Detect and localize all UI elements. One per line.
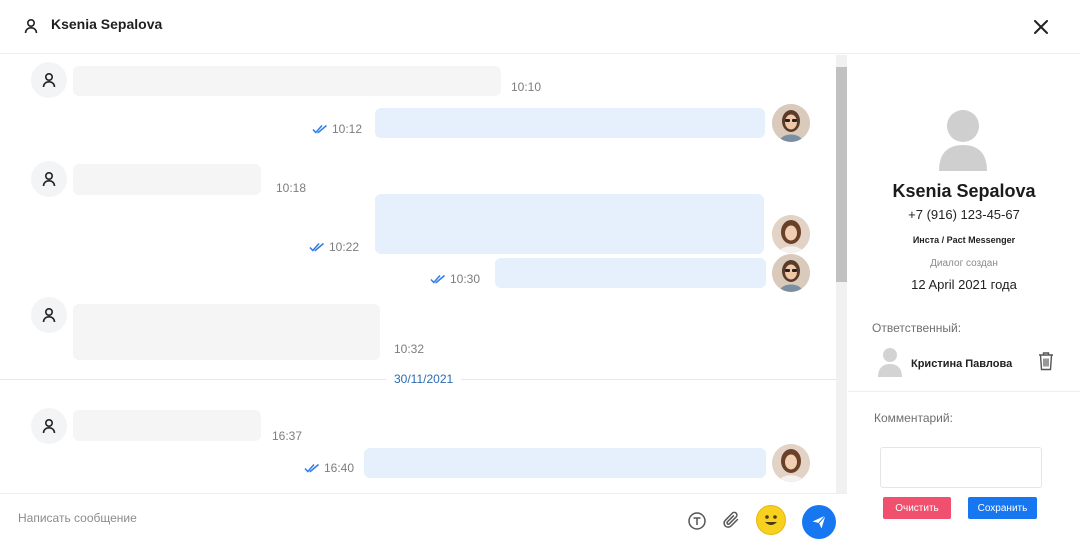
contact-avatar-placeholder: [937, 109, 989, 171]
message-time-status: 16:40: [304, 461, 354, 475]
double-check-icon: [309, 242, 324, 252]
incoming-message-bubble[interactable]: [73, 164, 261, 195]
message-time: 10:18: [276, 181, 307, 195]
message-time: 10:32: [394, 342, 425, 356]
template-icon[interactable]: [686, 510, 708, 532]
close-icon[interactable]: [1030, 16, 1052, 38]
message-time: 10:30: [450, 272, 481, 286]
message-time-status: 10:30: [430, 272, 480, 286]
double-check-icon: [312, 124, 327, 134]
dialog-created-date: 12 April 2021 года: [911, 277, 1017, 292]
sidebar-divider: [848, 391, 1080, 392]
double-check-icon: [430, 274, 445, 284]
paperclip-icon[interactable]: [719, 507, 745, 533]
message-time-status: 10:12: [312, 122, 362, 136]
incoming-message-bubble[interactable]: [73, 410, 261, 441]
contact-user-icon: [31, 62, 67, 98]
message-time: 16:40: [324, 461, 355, 475]
message-composer: Написать сообщение: [0, 493, 847, 548]
outgoing-message-bubble[interactable]: [364, 448, 766, 478]
agent-avatar: [772, 254, 810, 292]
emoji-icon[interactable]: [756, 505, 786, 535]
comment-label: Комментарий:: [874, 411, 953, 425]
message-time: 10:22: [329, 240, 360, 254]
message-time: 10:12: [332, 122, 363, 136]
agent-avatar: [772, 104, 810, 142]
date-separator-label: 30/11/2021: [386, 372, 462, 386]
trash-icon[interactable]: [1037, 351, 1055, 371]
dialog-created-label: Диалог создан: [930, 258, 998, 269]
chat-scrollbar[interactable]: [836, 55, 847, 493]
send-button[interactable]: [802, 505, 836, 539]
agent-avatar: [772, 444, 810, 482]
contact-phone: +7 (916) 123-45-67: [908, 207, 1020, 222]
save-button[interactable]: Сохранить: [968, 497, 1037, 519]
outgoing-message-bubble[interactable]: [375, 108, 765, 138]
outgoing-message-bubble[interactable]: [495, 258, 766, 288]
message-time: 10:10: [511, 80, 542, 94]
double-check-icon: [304, 463, 319, 473]
clear-button[interactable]: Очистить: [883, 497, 951, 519]
responsible-name: Кристина Павлова: [911, 358, 1013, 370]
dialog-header: Ksenia Sepalova: [0, 0, 1080, 54]
outgoing-message-bubble[interactable]: [375, 194, 764, 254]
contact-source: Инста / Pact Messenger: [912, 235, 1016, 245]
incoming-message-bubble[interactable]: [73, 304, 380, 360]
message-list[interactable]: 10:10 10:12 10:18 10:22 10:30 10:32 30/1…: [0, 55, 836, 493]
contact-user-icon: [31, 161, 67, 197]
contact-name: Ksenia Sepalova: [892, 181, 1036, 201]
incoming-message-bubble[interactable]: [73, 66, 501, 96]
responsible-avatar: [877, 347, 903, 377]
contact-user-icon: [31, 408, 67, 444]
comment-textarea[interactable]: [880, 447, 1042, 488]
message-input[interactable]: Написать сообщение: [18, 511, 137, 525]
agent-avatar: [772, 215, 810, 253]
header-user-icon[interactable]: [13, 8, 49, 44]
contact-user-icon: [31, 297, 67, 333]
message-time: 16:37: [272, 429, 303, 443]
contact-info-panel: Ksenia Sepalova +7 (916) 123-45-67 Инста…: [848, 55, 1080, 548]
scrollbar-thumb[interactable]: [836, 67, 847, 282]
header-title: Ksenia Sepalova: [51, 16, 163, 32]
message-time-status: 10:22: [309, 240, 359, 254]
responsible-label: Ответственный:: [872, 321, 962, 335]
send-icon: [812, 515, 826, 529]
